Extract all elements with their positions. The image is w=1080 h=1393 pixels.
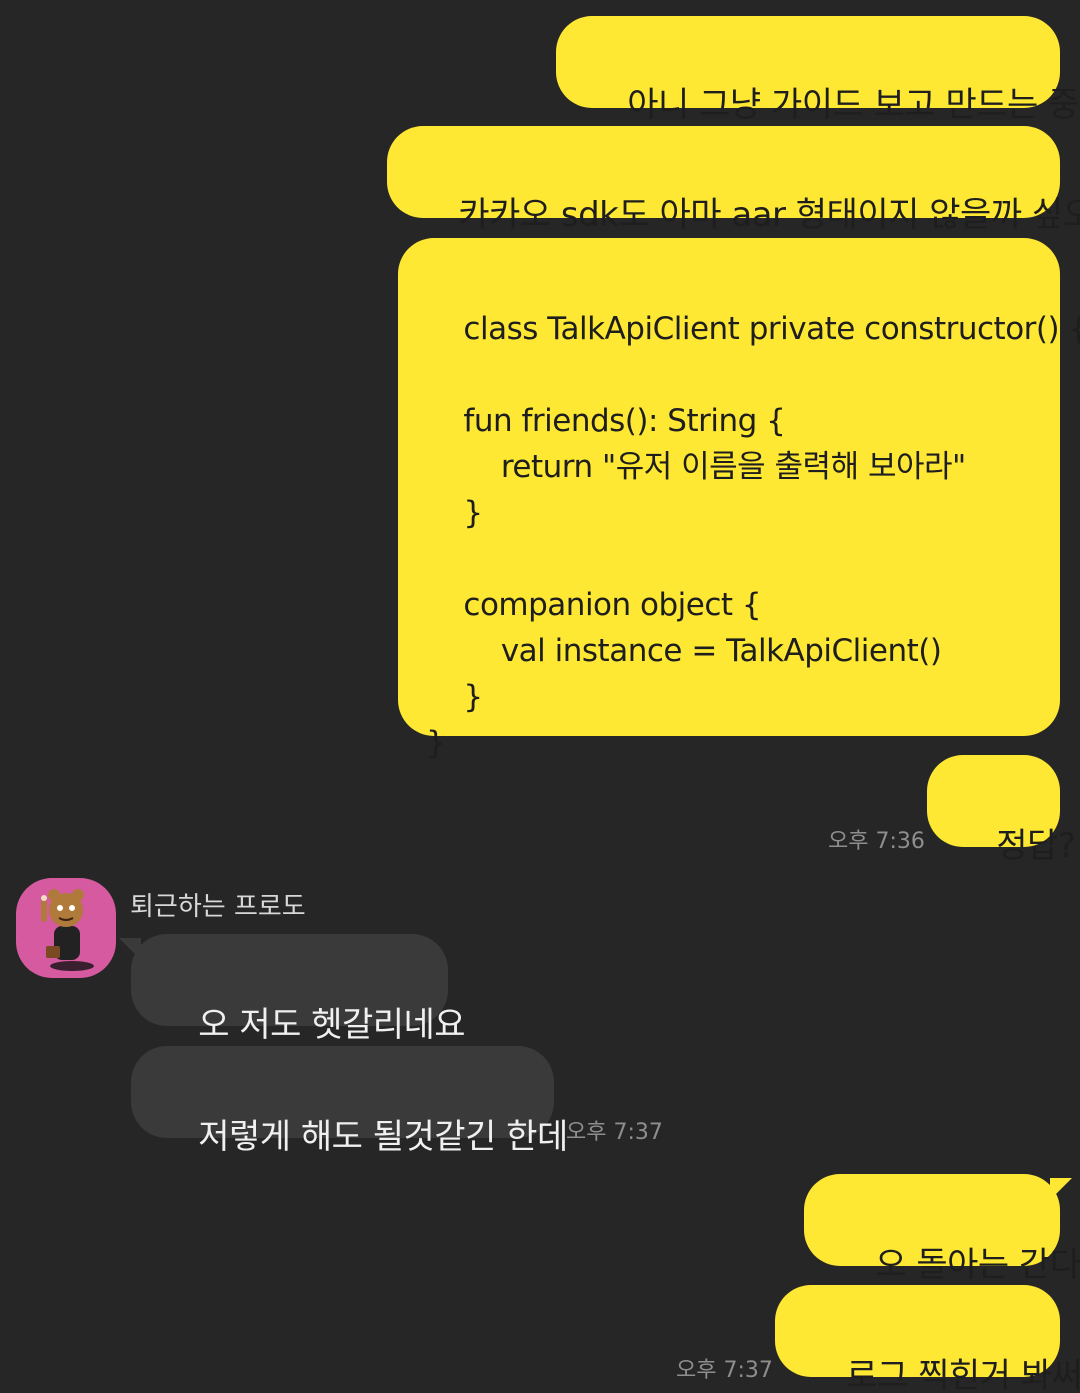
message-text: 카카오 sdk도 아마 aar 형태이지 않을까 싶오	[458, 195, 1080, 235]
profile-avatar[interactable]	[16, 878, 116, 978]
my-code-message-bubble[interactable]: class TalkApiClient private constructor(…	[398, 238, 1080, 761]
my-message-bubble[interactable]: 아니 그냥 가이드 보고 만드는 중!	[556, 16, 1080, 125]
my-message-bubble[interactable]: 카카오 sdk도 아마 aar 형태이지 않을까 싶오	[387, 126, 1080, 235]
timestamp: 오후 7:37	[676, 1358, 773, 1383]
message-text: 오 돌아는 간다	[875, 1245, 1080, 1285]
my-message-bubble[interactable]: 정답?	[927, 755, 1076, 866]
message-text: 오 저도 헷갈리네요	[198, 1005, 466, 1045]
sender-name: 퇴근하는 프로도	[130, 892, 306, 922]
message-text: 저렇게 해도 될것같긴 한데	[198, 1117, 568, 1157]
my-message-bubble[interactable]: 로그 찍힌거 봐써	[775, 1285, 1080, 1393]
other-message-bubble[interactable]: 저렇게 해도 될것같긴 한데	[131, 1046, 568, 1157]
timestamp: 오후 7:37	[566, 1120, 663, 1145]
other-message-bubble[interactable]: 오 저도 헷갈리네요	[119, 934, 466, 1045]
chat-area: 아니 그냥 가이드 보고 만드는 중! 카카오 sdk도 아마 aar 형태이지…	[0, 0, 1080, 1393]
message-text: class TalkApiClient private constructor(…	[426, 311, 1080, 761]
message-text: 아니 그냥 가이드 보고 만드는 중!	[627, 85, 1080, 125]
timestamp: 오후 7:36	[828, 829, 925, 854]
message-text: 정답?	[996, 826, 1076, 866]
my-message-bubble[interactable]: 오 돌아는 간다	[804, 1174, 1080, 1285]
message-text: 로그 찍힌거 봐써	[846, 1356, 1080, 1393]
bear-character-icon	[41, 889, 94, 971]
